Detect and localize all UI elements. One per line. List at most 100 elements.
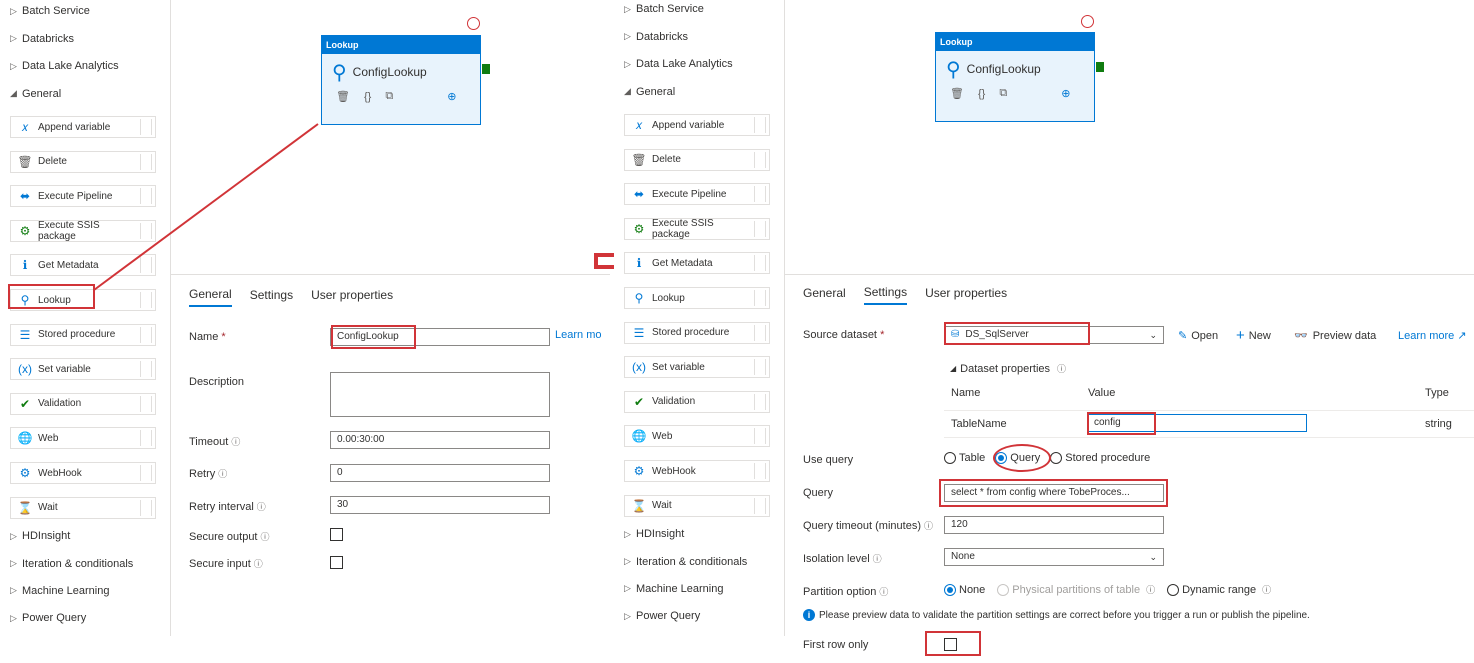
category-general[interactable]: ◢ General	[624, 83, 675, 101]
learn-more-text: Learn more	[1398, 330, 1455, 342]
info-icon: ℹ	[636, 256, 642, 271]
new-button[interactable]: + New	[1236, 327, 1271, 344]
chevron-right-icon: ▷	[624, 610, 631, 621]
drag-handle[interactable]	[754, 428, 766, 445]
tool-label: Wait	[652, 500, 672, 512]
radio-table[interactable]: Table	[944, 452, 985, 464]
drag-handle[interactable]	[754, 151, 766, 168]
drag-handle[interactable]	[754, 186, 766, 203]
secure-input-checkbox[interactable]	[330, 556, 343, 569]
drag-handle[interactable]	[754, 290, 766, 306]
category-label: Iteration & conditionals	[636, 555, 748, 568]
learn-more-link[interactable]: Learn more ↗	[1398, 329, 1467, 342]
tool-webhook[interactable]: ⚙ WebHook	[624, 460, 770, 482]
drag-handle[interactable]	[754, 220, 766, 237]
pipeline-canvas: Lookup ⚲ ConfigLookup 🗑 {} ⧉ ⊕	[785, 0, 1474, 275]
info-icon: ⓘ	[1146, 585, 1156, 595]
info-icon: ⓘ	[260, 532, 270, 542]
retry-input[interactable]: 0	[330, 464, 550, 482]
tab-general[interactable]: General	[803, 286, 846, 304]
category-batch-service[interactable]: ▷ Batch Service	[624, 0, 704, 18]
tool-execute-pipeline[interactable]: ⬌ Execute Pipeline	[624, 183, 770, 206]
tab-user-properties[interactable]: User properties	[311, 288, 393, 306]
category-hdinsight[interactable]: ▷ HDInsight	[624, 525, 684, 543]
radio-stored-procedure[interactable]: Stored procedure	[1050, 452, 1150, 464]
tab-user-properties[interactable]: User properties	[925, 286, 1007, 304]
isolation-level-label: Isolation level ⓘ	[803, 552, 882, 565]
caret-down-icon: ◢	[950, 364, 957, 373]
info-icon: ⓘ	[231, 437, 241, 447]
tool-get-metadata[interactable]: ℹ Get Metadata	[624, 252, 770, 275]
tool-label: Append variable	[652, 119, 725, 131]
col-header-type: Type	[1425, 387, 1449, 399]
tab-settings[interactable]: Settings	[863, 285, 908, 305]
timeout-label: Timeout ⓘ	[189, 435, 240, 448]
tool-set-variable[interactable]: (x) Set variable	[624, 356, 770, 379]
drag-handle[interactable]	[754, 324, 766, 341]
glasses-icon: 👓	[1294, 330, 1308, 342]
learn-more-link[interactable]: Learn mo	[555, 329, 601, 341]
add-output-icon[interactable]: ⊕	[1061, 87, 1070, 100]
category-databricks[interactable]: ▷ Databricks	[624, 28, 688, 46]
code-icon[interactable]: {}	[978, 88, 985, 100]
drag-handle[interactable]	[754, 463, 766, 479]
drag-handle[interactable]	[754, 255, 766, 272]
success-port[interactable]	[1096, 62, 1104, 72]
radio-partition-dynamic-label: Dynamic range	[1182, 583, 1257, 596]
tab-general[interactable]: General	[189, 287, 232, 307]
copy-icon[interactable]: ⧉	[999, 87, 1007, 100]
tool-wait[interactable]: ⌛ Wait	[624, 494, 770, 517]
drag-handle[interactable]	[754, 117, 766, 133]
tool-web[interactable]: 🌐 Web	[624, 425, 770, 448]
category-machine-learning[interactable]: ▷ Machine Learning	[624, 580, 723, 598]
chevron-right-icon: ▷	[624, 58, 631, 69]
tool-execute-ssis-package[interactable]: ⚙ Execute SSIS package	[624, 217, 770, 240]
canvas-divider	[785, 274, 1474, 275]
category-power-query[interactable]: ▷ Power Query	[624, 607, 700, 625]
pipeline-icon: ⬌	[633, 187, 645, 202]
tool-label: Execute Pipeline	[652, 188, 727, 200]
tool-label: Validation	[652, 396, 696, 408]
description-textarea[interactable]	[330, 372, 550, 417]
retry-interval-label-text: Retry interval	[189, 501, 254, 513]
tool-label: WebHook	[652, 465, 696, 477]
open-button[interactable]: ✎ Open	[1178, 329, 1219, 343]
radio-partition-dynamic[interactable]: Dynamic range ⓘ	[1167, 583, 1271, 596]
category-label: Batch Service	[636, 3, 704, 15]
drag-handle[interactable]	[754, 393, 766, 410]
isolation-level-select[interactable]: None ⌄	[944, 548, 1164, 566]
drag-handle[interactable]	[754, 359, 766, 376]
category-iteration-conditionals[interactable]: ▷ Iteration & conditionals	[624, 553, 747, 571]
set-variable-icon: (x)	[632, 360, 646, 375]
radio-partition-physical-label: Physical partitions of table	[1012, 583, 1141, 596]
stored-procedure-icon: ☰	[633, 325, 645, 340]
query-timeout-label: Query timeout (minutes) ⓘ	[803, 519, 933, 532]
globe-icon: 🌐	[631, 429, 647, 444]
tool-delete[interactable]: 🗑 Delete	[624, 148, 770, 171]
chevron-right-icon: ▷	[624, 556, 631, 566]
radio-partition-none[interactable]: None	[944, 583, 985, 596]
preview-data-button[interactable]: 👓 Preview data	[1294, 329, 1376, 343]
category-data-lake-analytics[interactable]: ▷ Data Lake Analytics	[624, 55, 733, 73]
secure-output-label: Secure output ⓘ	[189, 530, 270, 543]
partition-note: i Please preview data to validate the pa…	[803, 609, 1310, 621]
timeout-input[interactable]: 0.00:30:00	[330, 431, 550, 449]
chevron-right-icon: ▷	[624, 528, 631, 539]
open-label: Open	[1191, 329, 1219, 342]
tool-append-variable[interactable]: 𝑥 Append variable	[624, 114, 770, 136]
tool-validation[interactable]: ✔ Validation	[624, 390, 770, 413]
category-label: General	[636, 85, 676, 98]
secure-output-checkbox[interactable]	[330, 528, 343, 541]
query-timeout-input[interactable]: 120	[944, 516, 1164, 534]
tool-lookup[interactable]: ⚲ Lookup	[624, 287, 770, 309]
tab-settings[interactable]: Settings	[250, 288, 293, 306]
drag-handle[interactable]	[754, 497, 766, 514]
first-row-highlight	[925, 631, 981, 656]
tool-stored-procedure[interactable]: ☰ Stored procedure	[624, 321, 770, 344]
left-panel: ▷ Batch Service ▷ Databricks ▷ Data Lake Anal…	[0, 0, 610, 663]
lookup-activity-node[interactable]: Lookup ⚲ ConfigLookup 🗑 {} ⧉ ⊕	[935, 32, 1095, 122]
retry-interval-input[interactable]: 30	[330, 496, 550, 514]
trash-icon[interactable]: 🗑	[950, 87, 964, 100]
dataset-properties-toggle[interactable]: ◢ Dataset properties ⓘ	[950, 362, 1066, 375]
radio-partition-none-label: None	[959, 583, 986, 596]
